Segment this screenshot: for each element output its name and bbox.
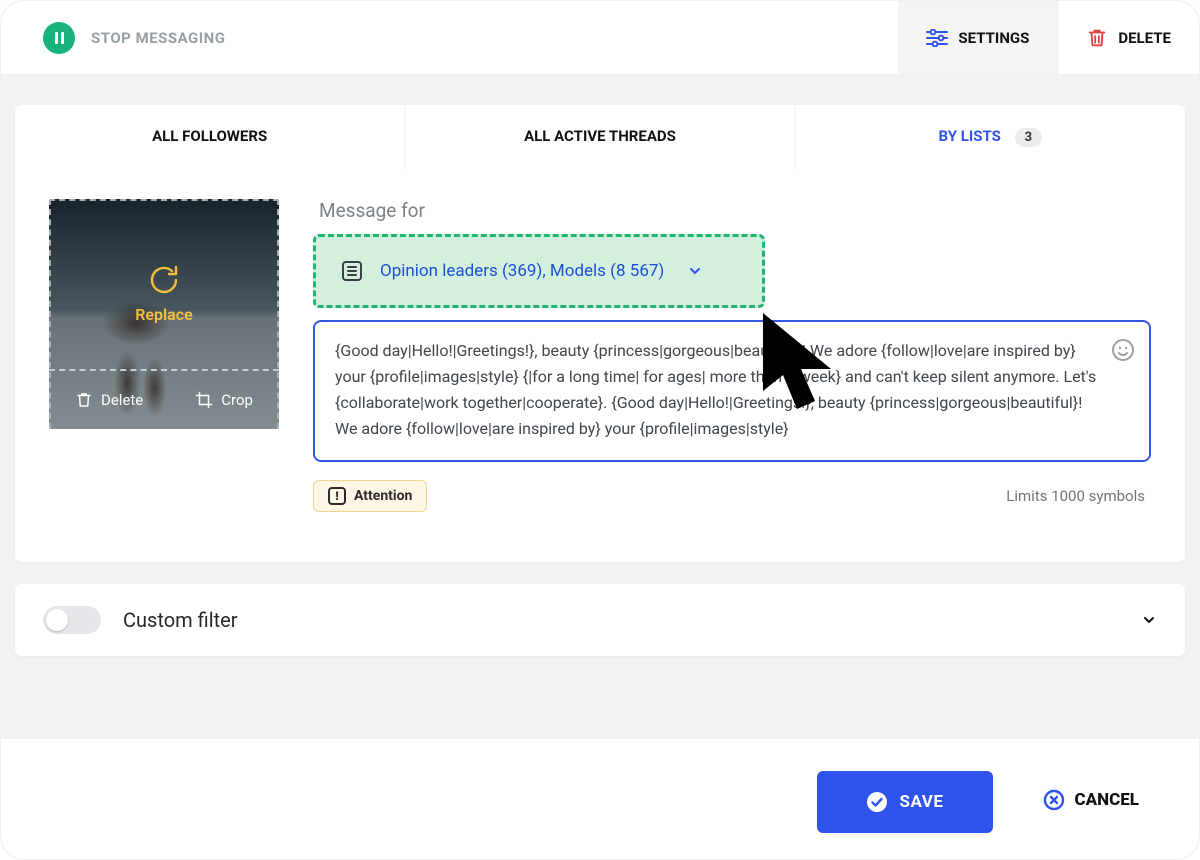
alert-icon: ! bbox=[328, 487, 346, 505]
tab-label: ALL FOLLOWERS bbox=[152, 127, 267, 145]
crop-icon bbox=[195, 391, 213, 409]
lists-dropdown-value: Opinion leaders (369), Models (8 567) bbox=[380, 261, 664, 281]
stop-messaging-button[interactable]: STOP MESSAGING bbox=[43, 22, 225, 54]
trash-icon bbox=[75, 391, 93, 409]
attention-label: Attention bbox=[354, 488, 412, 504]
chevron-down-icon[interactable] bbox=[1141, 612, 1157, 628]
thumb-toolbar: Delete Crop bbox=[49, 371, 279, 429]
topbar: STOP MESSAGING SETTINGS DELETE bbox=[1, 1, 1199, 75]
footer: SAVE CANCEL bbox=[1, 739, 1199, 859]
replace-icon bbox=[147, 263, 181, 297]
emoji-button[interactable] bbox=[1111, 336, 1135, 362]
tab-label: ALL ACTIVE THREADS bbox=[524, 127, 676, 145]
image-preview: Replace Delete Crop bbox=[49, 199, 279, 429]
message-textarea[interactable]: {Good day|Hello!|Greetings!}, beauty {pr… bbox=[313, 320, 1151, 462]
cancel-button[interactable]: CANCEL bbox=[1043, 771, 1140, 811]
tab-all-active-threads[interactable]: ALL ACTIVE THREADS bbox=[405, 105, 795, 169]
custom-filter-label: Custom filter bbox=[123, 608, 238, 632]
tab-count-badge: 3 bbox=[1015, 128, 1042, 147]
trash-icon bbox=[1086, 27, 1108, 49]
chevron-down-icon bbox=[688, 264, 702, 278]
list-icon bbox=[342, 261, 362, 281]
tab-label: BY LISTS bbox=[939, 127, 1001, 145]
editor: Message for Opinion leaders (369), Model… bbox=[313, 199, 1151, 512]
message-for-label: Message for bbox=[319, 199, 1151, 222]
tabs: ALL FOLLOWERS ALL ACTIVE THREADS BY LIST… bbox=[15, 105, 1185, 169]
attention-badge[interactable]: ! Attention bbox=[313, 480, 427, 512]
custom-filter-card: Custom filter bbox=[15, 584, 1185, 656]
topbar-actions: SETTINGS DELETE bbox=[898, 1, 1199, 74]
tab-by-lists[interactable]: BY LISTS 3 bbox=[796, 105, 1185, 169]
delete-label: DELETE bbox=[1118, 29, 1171, 47]
thumb-delete-label: Delete bbox=[101, 391, 143, 409]
settings-label: SETTINGS bbox=[958, 29, 1029, 47]
thumb-delete-button[interactable]: Delete bbox=[75, 391, 143, 409]
cancel-label: CANCEL bbox=[1075, 790, 1140, 810]
replace-button[interactable]: Replace bbox=[49, 263, 279, 324]
close-circle-icon bbox=[1043, 789, 1065, 811]
save-label: SAVE bbox=[900, 792, 944, 812]
thumb-crop-button[interactable]: Crop bbox=[195, 391, 253, 409]
replace-label: Replace bbox=[135, 305, 192, 324]
stop-messaging-label: STOP MESSAGING bbox=[91, 29, 225, 47]
limits-text: Limits 1000 symbols bbox=[1006, 487, 1145, 505]
lists-dropdown[interactable]: Opinion leaders (369), Models (8 567) bbox=[313, 234, 765, 308]
custom-filter-toggle[interactable] bbox=[43, 606, 101, 634]
message-text: {Good day|Hello!|Greetings!}, beauty {pr… bbox=[335, 341, 1096, 438]
pause-icon bbox=[43, 22, 75, 54]
check-circle-icon bbox=[866, 791, 888, 813]
smile-icon bbox=[1111, 338, 1135, 362]
tab-all-followers[interactable]: ALL FOLLOWERS bbox=[15, 105, 405, 169]
sliders-icon bbox=[926, 29, 948, 47]
settings-button[interactable]: SETTINGS bbox=[898, 1, 1058, 74]
main-card: ALL FOLLOWERS ALL ACTIVE THREADS BY LIST… bbox=[15, 105, 1185, 562]
delete-button[interactable]: DELETE bbox=[1058, 1, 1199, 74]
thumb-crop-label: Crop bbox=[221, 391, 253, 409]
save-button[interactable]: SAVE bbox=[817, 771, 993, 833]
